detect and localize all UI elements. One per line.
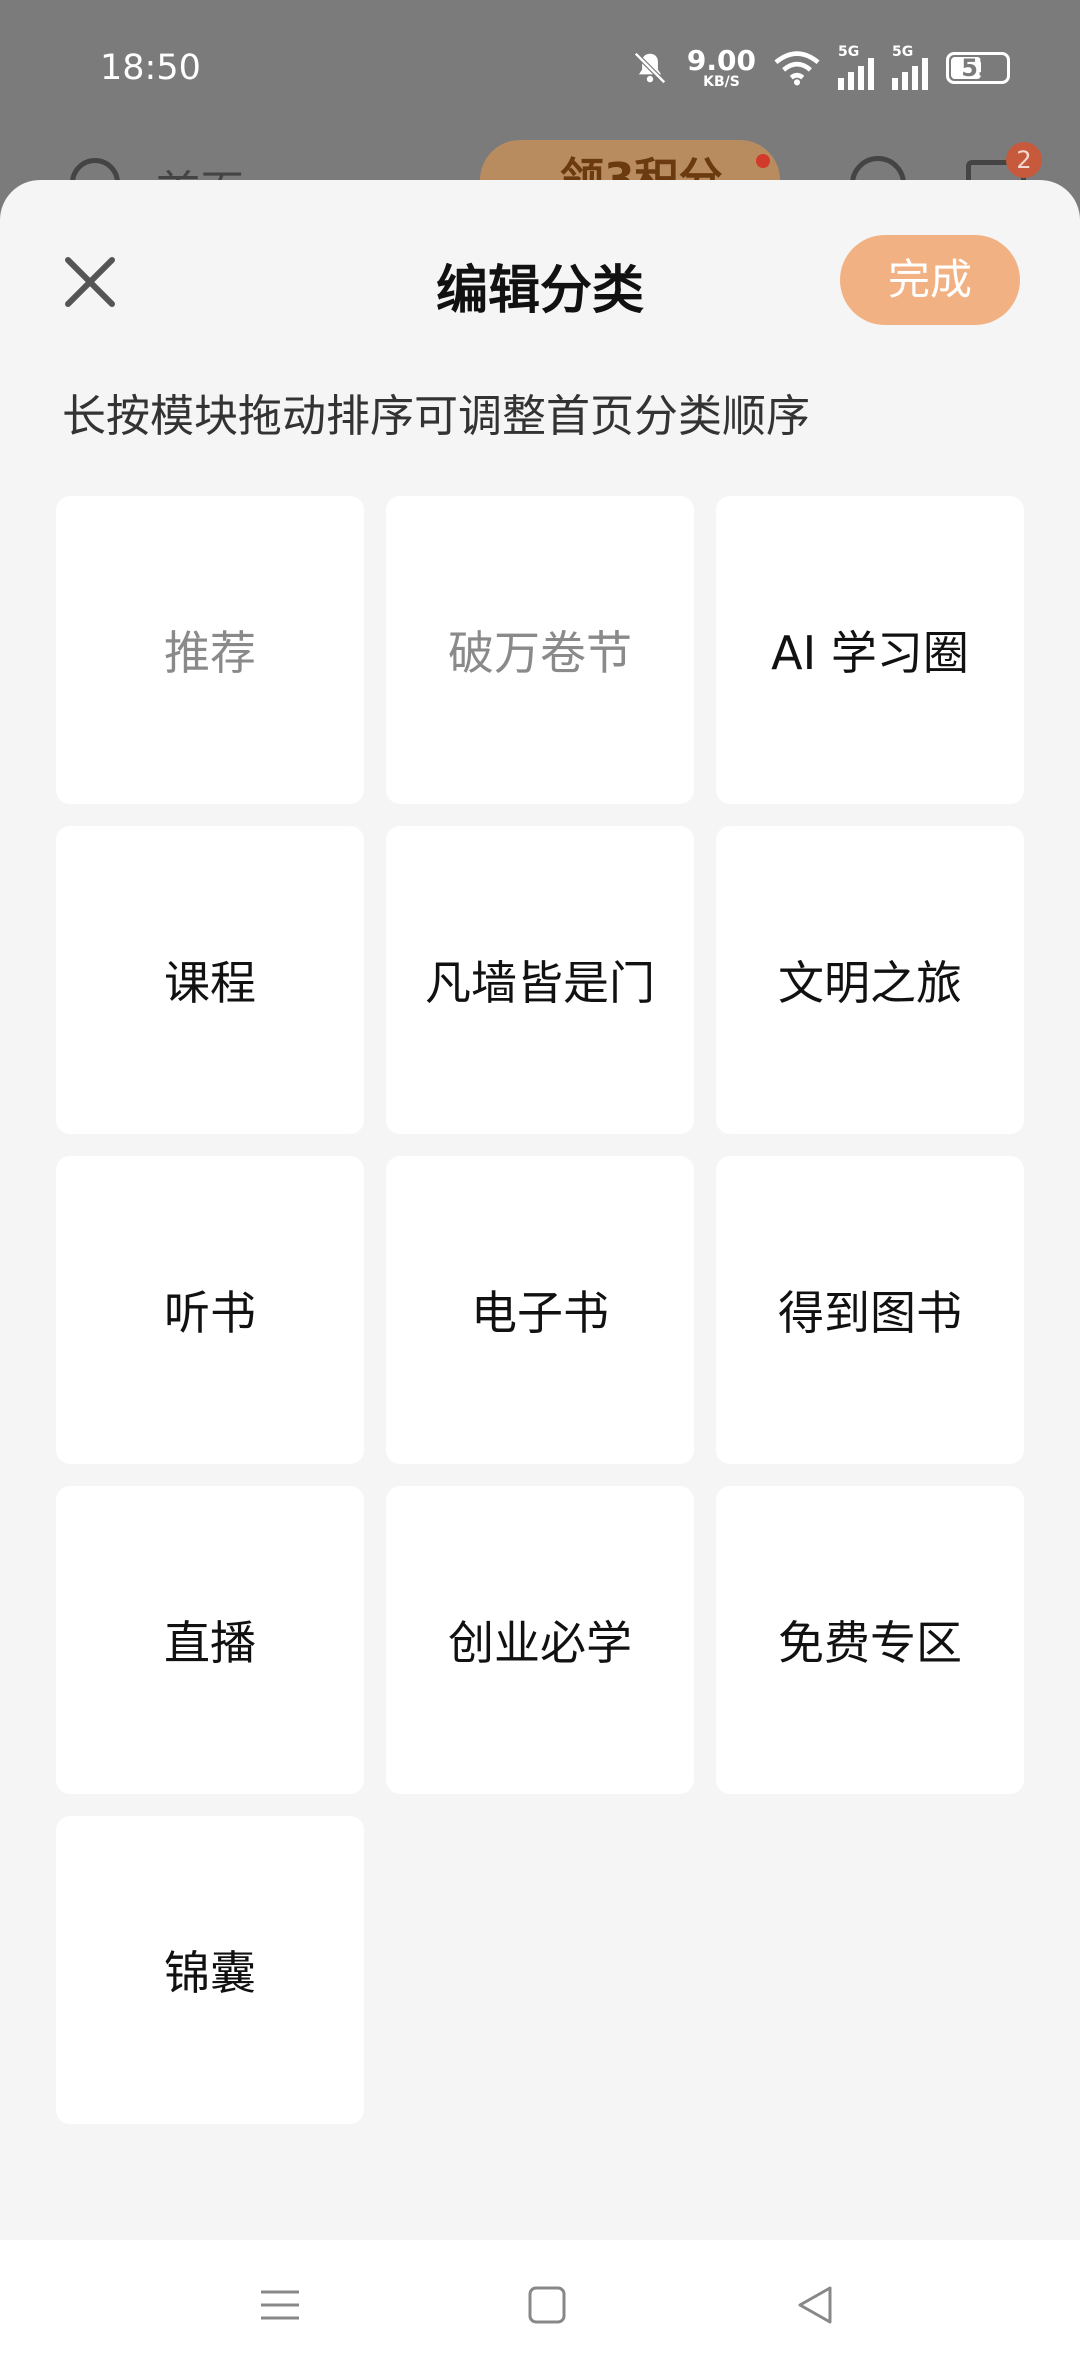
points-dot [756, 154, 770, 168]
signal-1-label: 5G [838, 44, 860, 60]
category-label: 免费专区 [778, 1616, 962, 1670]
signal-icon-1: 5G [838, 44, 874, 90]
category-tile[interactable]: 得到图书 [716, 1156, 1024, 1464]
status-time: 18:50 [100, 48, 201, 88]
category-label: 电子书 [471, 1286, 609, 1340]
category-label: 创业必学 [448, 1616, 632, 1670]
signal-icon-2: 5G [892, 44, 928, 90]
mute-bell-icon [633, 52, 666, 84]
category-grid: 推荐 破万卷节 AI 学习圈 课程 凡墙皆是门 文明之旅 听书 电子书 得到图书… [56, 496, 1026, 2124]
battery-level: 53 [961, 54, 995, 82]
home-icon[interactable] [522, 2280, 572, 2330]
signal-2-label: 5G [892, 44, 914, 60]
category-tile[interactable]: 推荐 [56, 496, 364, 804]
status-icons: 9.00 KB/S 5G 5G 53 [631, 44, 1010, 90]
category-tile[interactable]: 创业必学 [386, 1486, 694, 1794]
category-tile[interactable]: AI 学习圈 [716, 496, 1024, 804]
battery-icon: 53 [946, 52, 1010, 84]
category-label: 推荐 [164, 626, 256, 680]
category-tile[interactable]: 电子书 [386, 1156, 694, 1464]
sort-hint: 长按模块拖动排序可调整首页分类顺序 [62, 391, 810, 442]
category-label: 听书 [164, 1286, 256, 1340]
category-tile[interactable]: 课程 [56, 826, 364, 1134]
category-tile[interactable]: 凡墙皆是门 [386, 826, 694, 1134]
category-tile[interactable]: 破万卷节 [386, 496, 694, 804]
category-label: 课程 [164, 956, 256, 1010]
category-tile[interactable]: 文明之旅 [716, 826, 1024, 1134]
network-speed-unit: KB/S [703, 74, 740, 90]
message-badge: 2 [1006, 142, 1042, 178]
back-icon[interactable] [790, 2280, 840, 2330]
wifi-icon [774, 51, 820, 86]
category-label: 破万卷节 [448, 626, 632, 680]
network-speed-value: 9.00 [686, 44, 756, 77]
menu-icon[interactable] [255, 2280, 305, 2330]
category-label: 锦囊 [164, 1946, 256, 2000]
screen: 18:50 9.00 KB/S 5G 5G 53 2 编辑分类 完成 长按模块拖… [0, 0, 1080, 2373]
category-label: AI 学习圈 [771, 626, 969, 680]
category-tile[interactable]: 直播 [56, 1486, 364, 1794]
category-label: 直播 [164, 1616, 256, 1670]
category-label: 文明之旅 [778, 956, 962, 1010]
category-tile[interactable]: 听书 [56, 1156, 364, 1464]
done-button[interactable]: 完成 [840, 235, 1020, 325]
status-bar: 18:50 9.00 KB/S 5G 5G 53 [0, 0, 1080, 140]
system-nav-bar [0, 2240, 1080, 2373]
category-tile[interactable]: 锦囊 [56, 1816, 364, 2124]
edit-category-sheet: 编辑分类 完成 长按模块拖动排序可调整首页分类顺序 推荐 破万卷节 AI 学习圈… [0, 180, 1080, 2240]
network-speed: 9.00 KB/S [686, 44, 756, 90]
category-label: 得到图书 [778, 1286, 962, 1340]
category-label: 凡墙皆是门 [425, 956, 655, 1010]
category-tile[interactable]: 免费专区 [716, 1486, 1024, 1794]
